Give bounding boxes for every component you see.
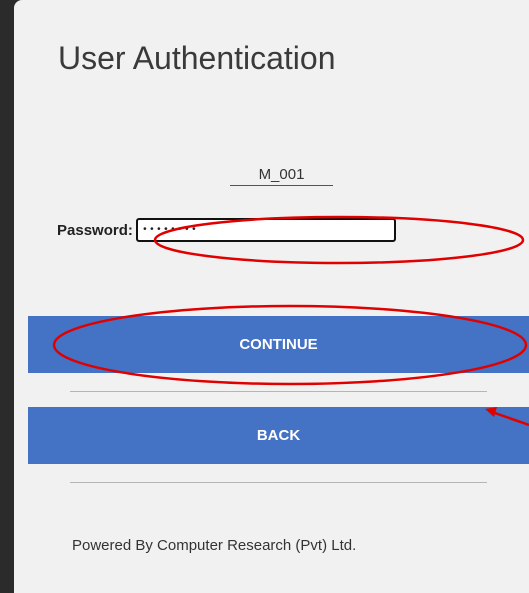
auth-panel — [14, 0, 529, 593]
page-title: User Authentication — [58, 40, 336, 76]
password-input[interactable] — [135, 218, 396, 242]
divider — [70, 482, 487, 483]
username-display: M_001 — [230, 166, 333, 186]
divider — [70, 391, 487, 392]
back-button[interactable]: BACK — [28, 407, 529, 464]
password-row: Password: — [57, 218, 396, 242]
password-label: Password: — [57, 221, 133, 239]
footer-text: Powered By Computer Research (Pvt) Ltd. — [72, 537, 357, 554]
continue-button[interactable]: CONTINUE — [28, 316, 529, 373]
